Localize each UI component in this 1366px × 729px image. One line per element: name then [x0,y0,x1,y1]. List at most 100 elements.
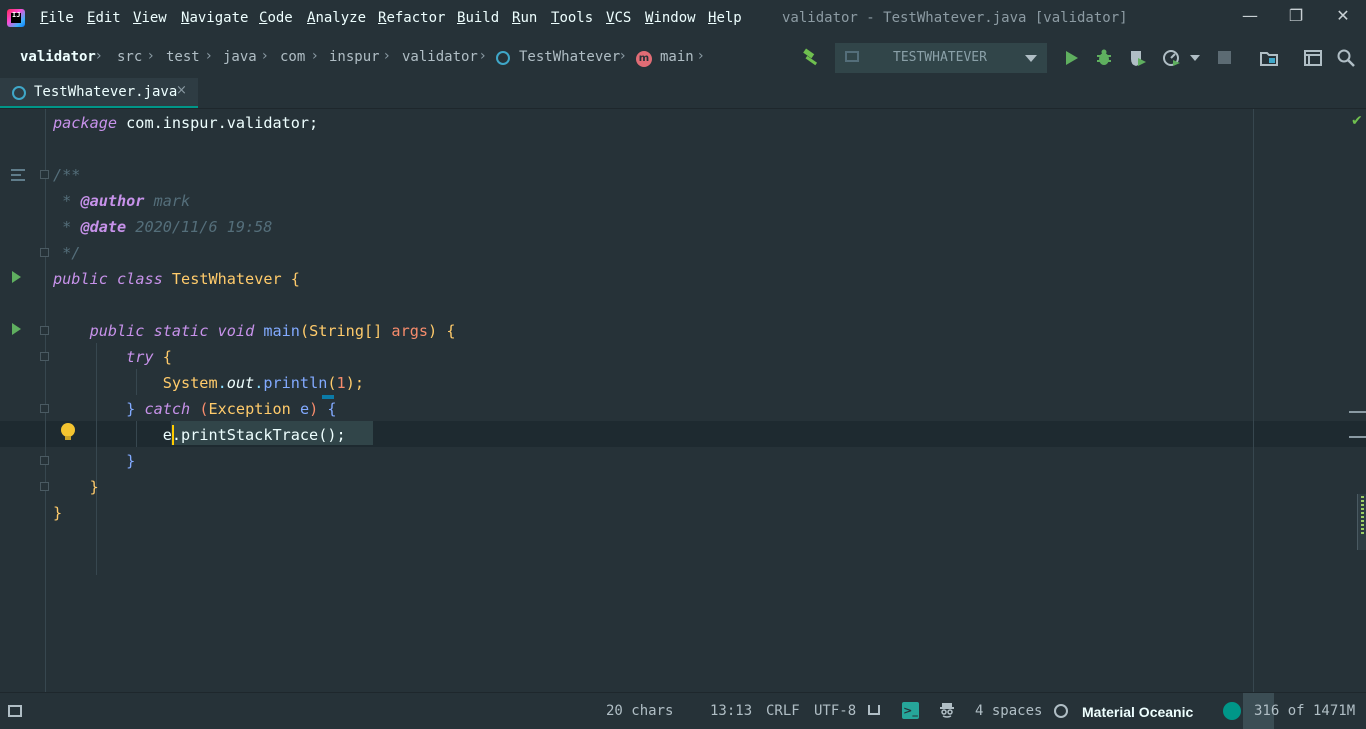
breadcrumb-method[interactable]: main [660,49,694,65]
right-margin-guide [1253,109,1254,692]
coverage-icon[interactable] [1127,48,1147,68]
menu-help[interactable]: Help [708,10,742,26]
error-stripe-mark[interactable] [1349,436,1366,438]
selection-chars: 20 chars [606,703,674,719]
breadcrumb-project[interactable]: validator [20,49,96,65]
error-stripe-mark[interactable] [1349,411,1366,413]
chevron-right-icon: › [96,48,102,64]
code-line-12: } catch (Exception e) { [126,400,337,418]
stop-icon[interactable] [1218,51,1231,64]
debug-icon[interactable] [1094,48,1114,68]
menu-build[interactable]: Build [457,10,499,26]
run-icon[interactable] [1061,48,1081,68]
fold-icon[interactable] [40,482,49,491]
breadcrumb-class[interactable]: TestWhatever [519,49,620,65]
menu-file[interactable]: File [40,10,74,26]
code-line-11: System.out.println(1); [162,374,364,392]
code-line-9: public static void main(String[] args) { [89,322,456,340]
fold-icon[interactable] [40,404,49,413]
status-bar: 20 chars 13:13 CRLF UTF-8 >_ 4 spaces Ma… [0,692,1366,729]
menu-vcs[interactable]: VCS [606,10,631,26]
intellij-logo-icon[interactable]: IJ [7,9,25,27]
code-line-14: } [126,452,136,470]
code-line-5: * @date 2020/11/6 19:58 [53,218,273,236]
chevron-right-icon: › [384,48,390,64]
code-line-1: package com.inspur.validator; [53,114,319,132]
chevron-right-icon: › [312,48,318,64]
fold-icon[interactable] [40,456,49,465]
accent-color-dot[interactable] [1223,702,1241,720]
breadcrumb-com[interactable]: com [280,49,305,65]
theme-name[interactable]: Material Oceanic [1082,704,1193,720]
menu-refactor[interactable]: Refactor [378,10,445,26]
search-everywhere-icon[interactable] [1336,48,1356,68]
breadcrumb-inspur[interactable]: inspur [329,49,380,65]
menu-run[interactable]: Run [512,10,537,26]
code-line-4: * @author mark [53,192,191,210]
minimize-icon[interactable]: — [1239,6,1261,25]
close-tab-icon[interactable]: × [176,83,187,98]
breadcrumb-validator[interactable]: validator [402,49,478,65]
breadcrumb-java[interactable]: java [223,49,257,65]
close-icon[interactable]: ✕ [1332,6,1354,25]
restore-icon[interactable]: ❐ [1285,6,1307,25]
fold-icon[interactable] [40,326,49,335]
menu-tools[interactable]: Tools [551,10,593,26]
fold-icon[interactable] [40,352,49,361]
code-line-16: } [53,504,63,522]
code-line-10: try { [126,348,172,366]
chevron-right-icon: › [262,48,268,64]
render-doc-icon[interactable] [11,169,25,181]
menu-window[interactable]: Window [645,10,696,26]
code-line-6: */ [53,244,81,262]
file-encoding[interactable]: UTF-8 [814,703,856,719]
memory-indicator[interactable]: 316 of 1471M [1254,703,1355,719]
inspector-icon[interactable] [939,702,955,718]
lock-icon[interactable] [868,705,880,715]
menu-view[interactable]: View [133,10,167,26]
menu-edit[interactable]: Edit [87,10,121,26]
fold-icon[interactable] [40,170,49,179]
breadcrumb-src[interactable]: src [117,49,142,65]
run-gutter-icon[interactable] [12,271,21,283]
run-config-label: TESTWHATEVER [893,50,987,65]
code-line-15: } [89,478,99,496]
chevron-down-icon [1025,55,1037,62]
class-icon [496,51,510,65]
class-icon [12,86,26,100]
run-config-icon [845,51,859,62]
indent-setting[interactable]: 4 spaces [975,703,1042,719]
tab-testwhatever-java[interactable]: TestWhatever.java × [0,78,198,108]
code-line-13: e.printStackTrace(); [162,426,346,444]
run-gutter-icon[interactable] [12,323,21,335]
breadcrumb-test[interactable]: test [166,49,200,65]
line-separator[interactable]: CRLF [766,703,800,719]
window-title: validator - TestWhatever.java [validator… [782,10,1128,26]
tab-label: TestWhatever.java [34,84,178,100]
project-structure-icon[interactable] [1259,48,1279,68]
terminal-icon[interactable]: >_ [902,702,919,719]
scrollbar-thumb[interactable] [1357,494,1366,550]
build-hammer-icon[interactable] [801,48,821,68]
chevron-down-icon[interactable] [1190,55,1200,61]
fold-icon[interactable] [40,248,49,257]
chevron-right-icon: › [148,48,154,64]
navigation-bar: validator › src › test › java › com › in… [0,38,1366,78]
presentation-icon[interactable] [1303,48,1323,68]
menu-code[interactable]: Code [259,10,293,26]
code-editor[interactable]: package com.inspur.validator; /** * @aut… [0,109,1366,692]
chevron-right-icon: › [480,48,486,64]
profile-icon[interactable] [1162,48,1182,68]
chevron-right-icon: › [206,48,212,64]
tool-windows-toggle-icon[interactable] [8,705,22,717]
run-configuration-select[interactable]: TESTWHATEVER [835,43,1047,73]
editor-tab-bar: TestWhatever.java × [0,78,1366,109]
method-icon: m [636,51,652,67]
code-line-3: /** [53,166,81,184]
check-icon[interactable]: ✔ [1351,113,1363,129]
caret-position[interactable]: 13:13 [710,703,752,719]
menu-navigate[interactable]: Navigate [181,10,248,26]
text-caret [172,425,174,445]
chevron-right-icon: › [620,48,626,64]
menu-analyze[interactable]: Analyze [307,10,366,26]
